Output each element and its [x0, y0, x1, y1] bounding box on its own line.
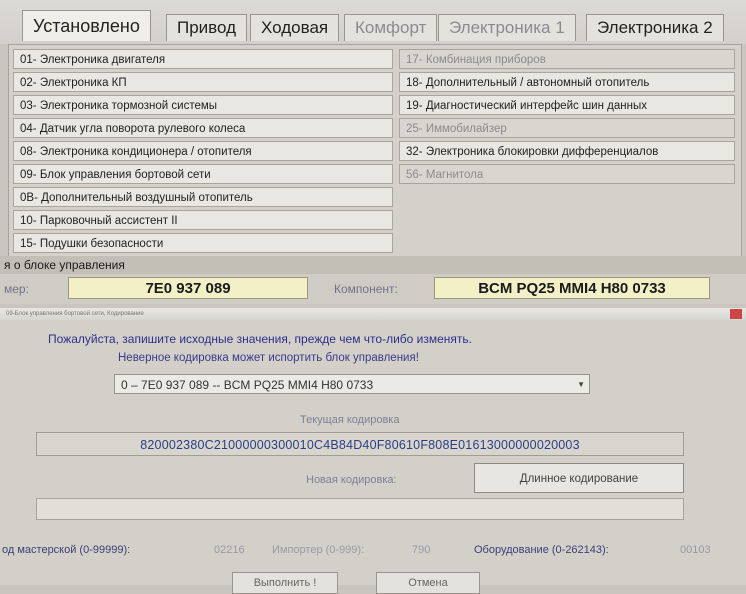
module-25[interactable]: 25- Иммобилайзер: [399, 118, 735, 138]
current-coding-value: 820002380C21000000300010C4B84D40F80610F8…: [36, 432, 684, 456]
equipment-label: Оборудование (0-262143):: [474, 544, 609, 556]
module-10[interactable]: 10- Парковочный ассистент II: [13, 210, 393, 230]
equipment-value[interactable]: 00103: [680, 544, 711, 556]
importer-value[interactable]: 790: [412, 544, 430, 556]
info-row: мер: 7E0 937 089 Компонент: BCM PQ25 MMI…: [0, 274, 746, 304]
module-15[interactable]: 15- Подушки безопасности: [13, 233, 393, 253]
control-unit-select[interactable]: 0 – 7E0 937 089 -- BCM PQ25 MMI4 H80 073…: [114, 374, 590, 394]
importer-label: Импортер (0-999):: [272, 544, 365, 556]
workshop-code-value[interactable]: 02216: [214, 544, 245, 556]
tab-installed[interactable]: Установлено: [22, 10, 151, 41]
do-it-button[interactable]: Выполнить !: [232, 572, 338, 594]
module-04[interactable]: 04- Датчик угла поворота рулевого колеса: [13, 118, 393, 138]
tab-electronics-2[interactable]: Электроника 2: [586, 14, 724, 41]
info-header: я о блоке управления: [0, 256, 746, 274]
close-icon[interactable]: [730, 309, 742, 319]
module-01[interactable]: 01- Электроника двигателя: [13, 49, 393, 69]
modules-panel: 01- Электроника двигателя 02- Электроник…: [8, 44, 742, 258]
component-label: Компонент:: [334, 282, 398, 296]
module-09[interactable]: 09- Блок управления бортовой сети: [13, 164, 393, 184]
module-03[interactable]: 03- Электроника тормозной системы: [13, 95, 393, 115]
chevron-down-icon[interactable]: ▼: [577, 375, 585, 395]
new-coding-label: Новая кодировка:: [306, 474, 397, 486]
new-coding-field[interactable]: [36, 498, 684, 520]
tab-strip: Установлено Привод Ходовая Комфорт Элект…: [0, 0, 746, 44]
module-18[interactable]: 18- Дополнительный / автономный отопител…: [399, 72, 735, 92]
component-value: BCM PQ25 MMI4 H80 0733: [434, 277, 710, 299]
tab-chassis[interactable]: Ходовая: [250, 14, 340, 41]
cancel-button[interactable]: Отмена: [376, 572, 480, 594]
module-19[interactable]: 19- Диагностический интерфейс шин данных: [399, 95, 735, 115]
module-08[interactable]: 08- Электроника кондиционера / отопителя: [13, 141, 393, 161]
warning-message-2: Неверное кодировка может испортить блок …: [118, 352, 419, 364]
module-0b[interactable]: 0B- Дополнительный воздушный отопитель: [13, 187, 393, 207]
long-coding-button[interactable]: Длинное кодирование: [474, 463, 684, 493]
module-02[interactable]: 02- Электроника КП: [13, 72, 393, 92]
part-number-value: 7E0 937 089: [68, 277, 308, 299]
module-17[interactable]: 17- Комбинация приборов: [399, 49, 735, 69]
tab-electronics-1[interactable]: Электроника 1: [438, 14, 576, 41]
tab-drive[interactable]: Привод: [166, 14, 248, 41]
workshop-code-label: од мастерской (0-99999):: [2, 544, 131, 556]
select-value: 0 – 7E0 937 089 -- BCM PQ25 MMI4 H80 073…: [121, 378, 374, 392]
module-56[interactable]: 56- Магнитола: [399, 164, 735, 184]
tab-comfort[interactable]: Комфорт: [344, 14, 438, 41]
current-coding-label: Текущая кодировка: [300, 414, 400, 426]
dialog-title: 09-Блок управления бортовой сети, Кодиро…: [0, 308, 746, 320]
part-number-label: мер:: [4, 282, 29, 296]
warning-message-1: Пожалуйста, запишите исходные значения, …: [48, 332, 473, 346]
module-32[interactable]: 32- Электроника блокировки дифференциало…: [399, 141, 735, 161]
